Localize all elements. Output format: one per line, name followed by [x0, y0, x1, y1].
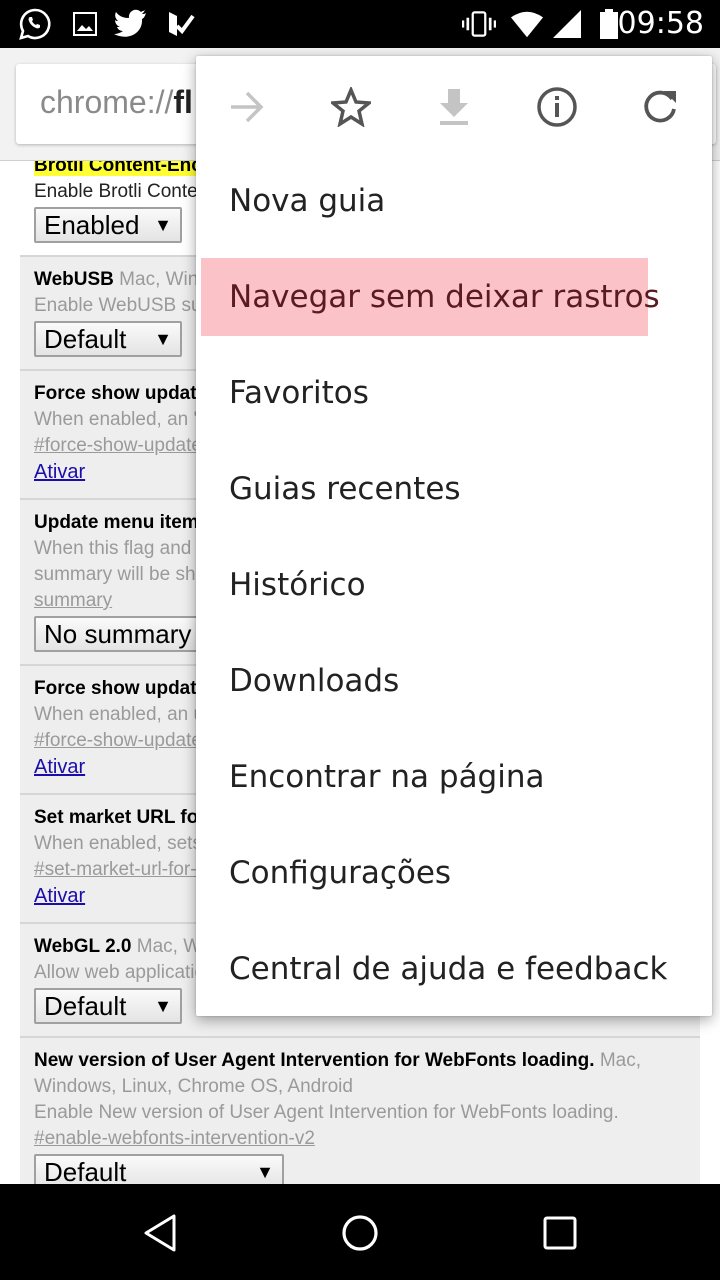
flag-title: New version of User Agent Intervention f…: [34, 1050, 595, 1071]
flag-title: WebUSB: [34, 269, 114, 290]
menu-item-history[interactable]: Histórico: [201, 546, 648, 624]
flag-item: New version of User Agent Intervention f…: [20, 1038, 700, 1184]
url-prefix: chrome://: [40, 84, 174, 120]
menu-icon-row: [196, 56, 712, 152]
menu-item-find-in-page[interactable]: Encontrar na página: [201, 738, 648, 816]
menu-item-bookmarks[interactable]: Favoritos: [201, 354, 648, 432]
select-value: Default: [44, 991, 127, 1021]
menu-item-incognito[interactable]: Navegar sem deixar rastros: [201, 258, 660, 336]
enable-link[interactable]: Ativar: [34, 883, 85, 909]
url-host: fl: [173, 84, 193, 120]
dropdown-arrow-icon: ▼: [154, 215, 172, 235]
flag-select[interactable]: Default ▼: [34, 321, 182, 357]
select-value: No summary: [44, 619, 192, 649]
flag-select[interactable]: Default ▼: [34, 1154, 284, 1184]
bookmark-star-icon[interactable]: [324, 80, 378, 134]
dropdown-arrow-icon: ▼: [154, 329, 172, 349]
reload-icon[interactable]: [633, 80, 687, 134]
download-icon[interactable]: [427, 80, 481, 134]
vibrate-icon: [462, 8, 496, 40]
clock: 09:58: [617, 6, 704, 41]
flag-description: Enable New version of User Agent Interve…: [34, 1102, 619, 1123]
overflow-menu: Nova guia Navegar sem deixar rastros Fav…: [196, 56, 712, 1016]
menu-item-downloads[interactable]: Downloads: [201, 642, 648, 720]
home-icon[interactable]: [335, 1208, 385, 1258]
recents-icon[interactable]: [535, 1208, 585, 1258]
flag-title: WebGL 2.0: [34, 936, 132, 957]
menu-item-help-feedback[interactable]: Central de ajuda e feedback: [201, 930, 667, 1008]
flag-select[interactable]: Default ▼: [34, 988, 182, 1024]
back-icon[interactable]: [136, 1208, 186, 1258]
twitter-icon: [114, 8, 148, 40]
flag-select[interactable]: Enabled ▼: [34, 207, 182, 243]
info-icon[interactable]: [530, 80, 584, 134]
status-bar: 09:58: [0, 0, 720, 48]
enable-link[interactable]: Ativar: [34, 754, 85, 780]
forward-icon[interactable]: [220, 80, 274, 134]
whatsapp-icon: [18, 8, 52, 40]
cell-signal-icon: [550, 8, 584, 40]
gallery-icon: [68, 8, 102, 40]
select-value: Enabled: [44, 210, 140, 240]
checkmark-app-icon: [164, 8, 198, 40]
menu-item-recent-tabs[interactable]: Guias recentes: [201, 450, 648, 528]
menu-item-settings[interactable]: Configurações: [201, 834, 648, 912]
enable-link[interactable]: Ativar: [34, 459, 85, 485]
navigation-bar: [0, 1184, 720, 1280]
select-value: Default: [44, 1157, 127, 1184]
wifi-icon: [510, 8, 544, 40]
dropdown-arrow-icon: ▼: [154, 996, 172, 1016]
select-value: Default: [44, 324, 127, 354]
flag-anchor-link[interactable]: #enable-webfonts-intervention-v2: [34, 1128, 315, 1149]
url-text[interactable]: chrome://fl: [40, 84, 193, 121]
menu-item-new-tab[interactable]: Nova guia: [201, 162, 648, 240]
dropdown-arrow-icon: ▼: [256, 1162, 274, 1182]
